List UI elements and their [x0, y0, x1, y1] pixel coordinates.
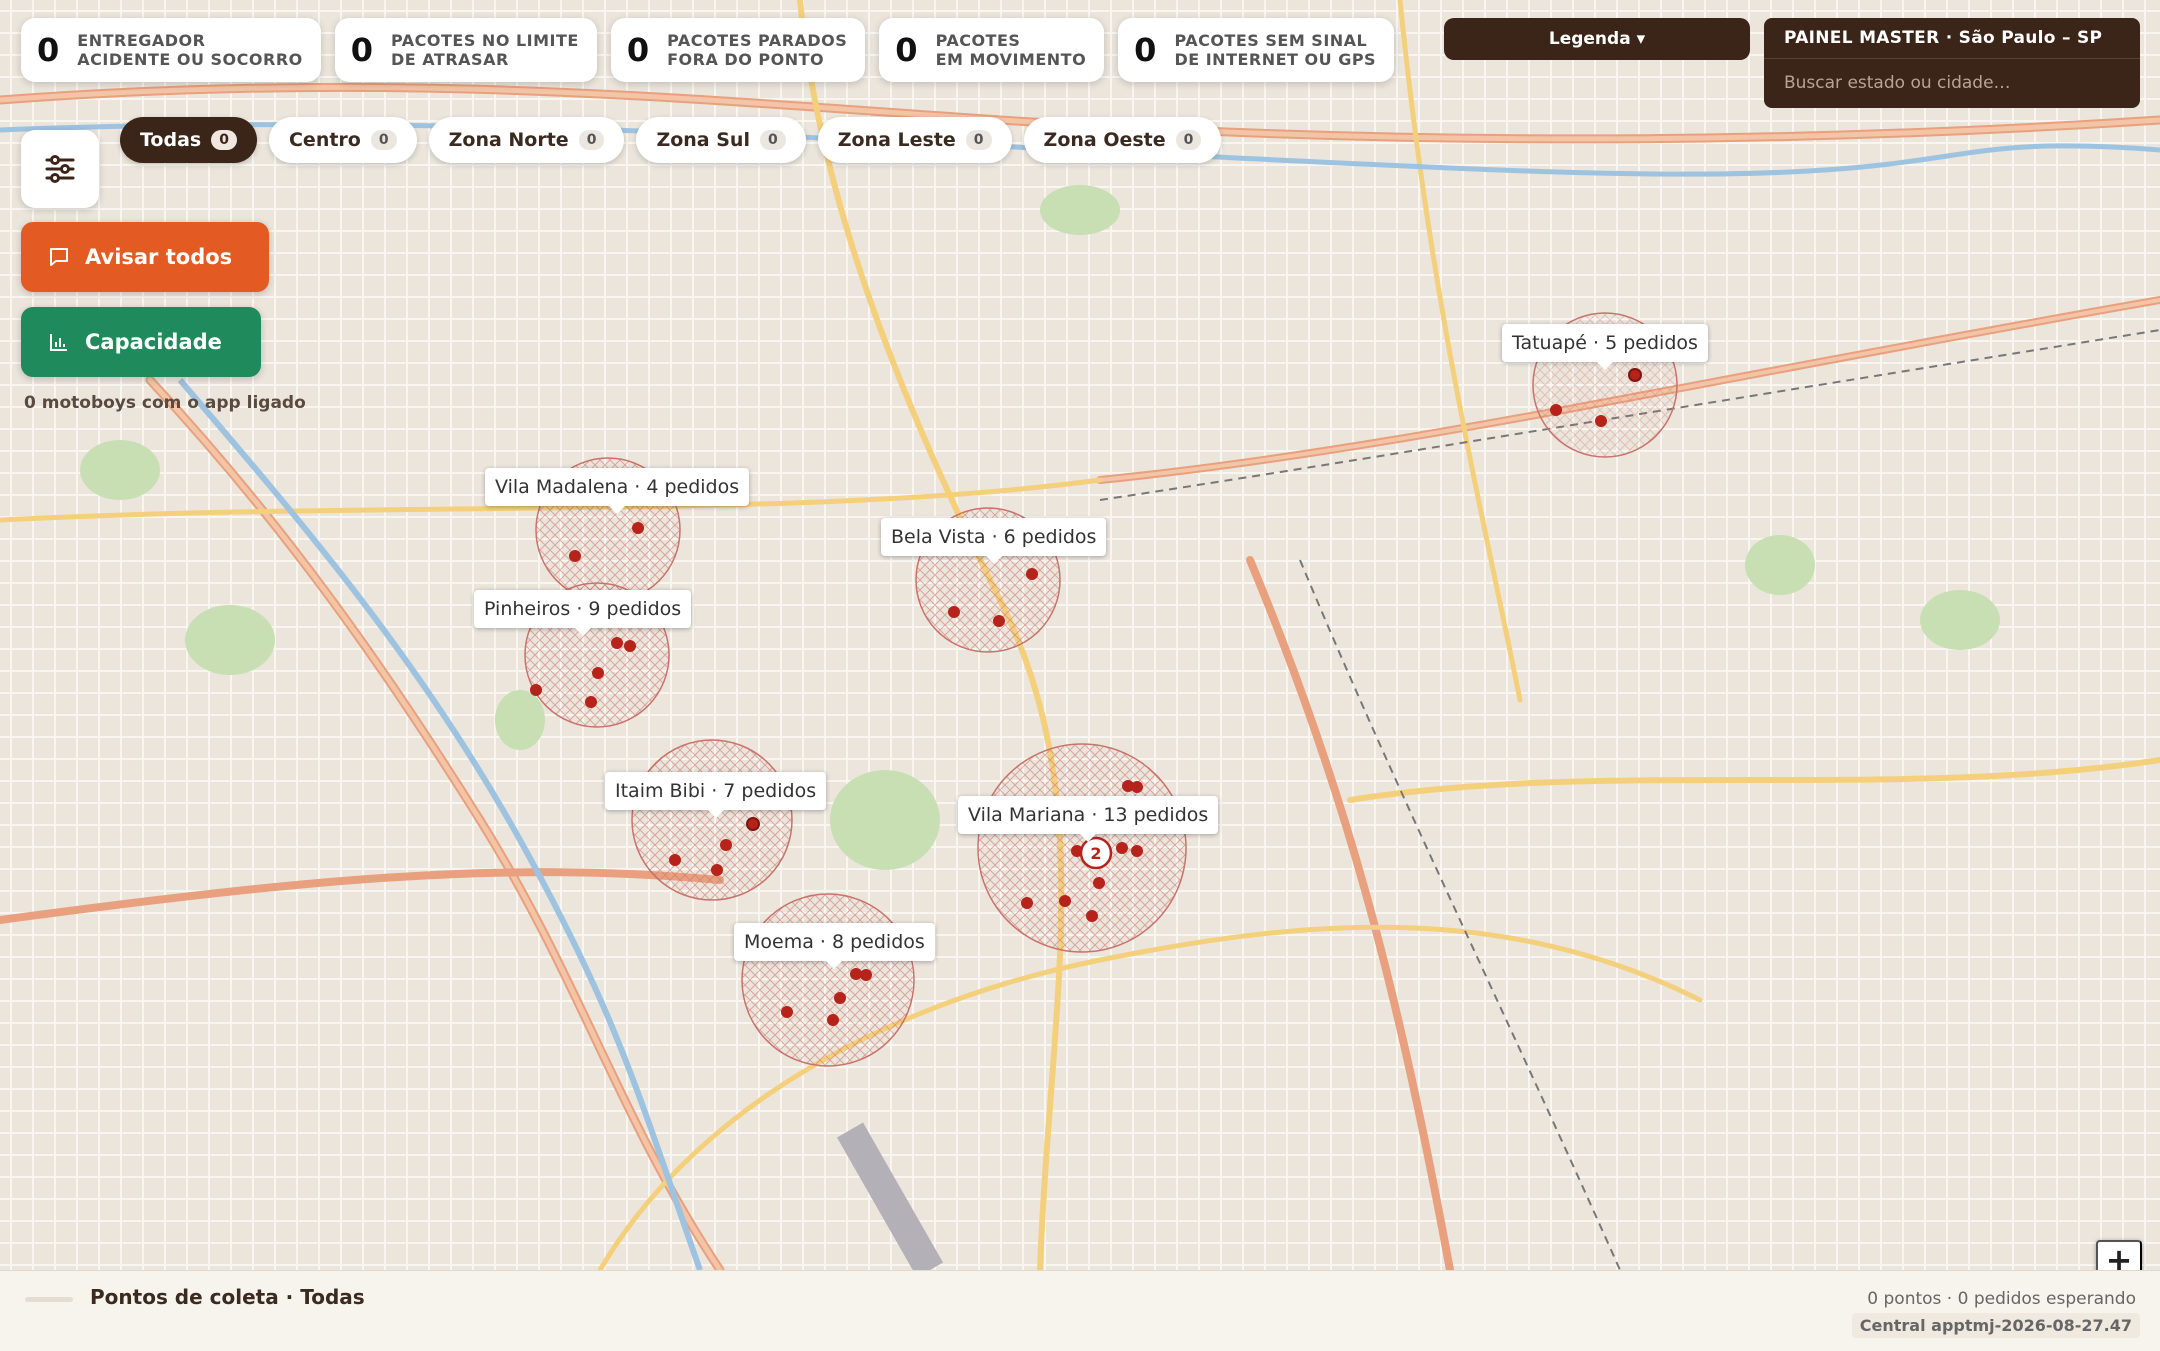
chip-count: 0: [578, 130, 605, 150]
chip-count: 0: [759, 130, 786, 150]
cluster-marker[interactable]: 2: [1079, 836, 1113, 870]
drag-handle[interactable]: [25, 1297, 73, 1302]
cluster-count: 2: [1090, 844, 1101, 863]
app-version: Central apptmj-2026-08-27.47: [1851, 1313, 2140, 1338]
stat-label: PACOTES EM MOVIMENTO: [935, 31, 1087, 69]
zone-itaim-bibi[interactable]: [631, 739, 793, 901]
state-city-search-input[interactable]: [1764, 59, 2140, 107]
sliders-icon: [45, 155, 75, 183]
zone-label-bela-vista[interactable]: Bela Vista · 6 pedidos: [881, 518, 1107, 564]
panel-title: Pontos de coleta · Todas: [90, 1285, 365, 1309]
zone-label-vila-mariana[interactable]: Vila Mariana · 13 pedidos: [958, 796, 1219, 842]
chip-count: 0: [370, 130, 397, 150]
stat-value: 0: [626, 31, 650, 69]
map-canvas[interactable]: 2: [0, 0, 2160, 1270]
capacity-button[interactable]: Capacidade: [21, 307, 261, 377]
master-panel: PAINEL MASTER · São Paulo – SP: [1764, 18, 2140, 108]
stat-label: PACOTES SEM SINAL DE INTERNET OU GPS: [1174, 31, 1377, 69]
zone-label-vila-madalena[interactable]: Vila Madalena · 4 pedidos: [485, 468, 750, 514]
chip-count: 0: [211, 130, 237, 150]
status-cards: 0 ENTREGADOR ACIDENTE OU SOCORRO 0 PACOTE…: [21, 18, 1395, 82]
stat-label: PACOTES PARADOS FORA DO PONTO: [667, 31, 848, 69]
zone-label-itaim-bibi[interactable]: Itaim Bibi · 7 pedidos: [605, 772, 827, 818]
notify-all-label: Avisar todos: [85, 245, 233, 269]
stat-value: 0: [350, 31, 373, 69]
chip-zona-sul[interactable]: Zona Sul 0: [636, 117, 806, 163]
zone-label-moema[interactable]: Moema · 8 pedidos: [734, 923, 935, 969]
capacity-label: Capacidade: [85, 330, 222, 354]
region-filter-chips: Todas 0 Centro 0 Zona Norte 0 Zona Sul 0 Zon…: [120, 117, 1222, 163]
stat-value: 0: [1134, 31, 1157, 69]
stat-moving[interactable]: 0 PACOTES EM MOVIMENTO: [879, 18, 1105, 82]
zone-moema[interactable]: [741, 893, 915, 1067]
collection-points-panel: Pontos de coleta · Todas 0 pontos · 0 pe…: [0, 1270, 2160, 1351]
chip-count: 0: [965, 130, 992, 150]
stat-no-signal[interactable]: 0 PACOTES SEM SINAL DE INTERNET OU GPS: [1118, 18, 1395, 82]
chip-todas[interactable]: Todas 0: [120, 117, 257, 163]
chip-count: 0: [1175, 130, 1202, 150]
zone-label-pinheiros[interactable]: Pinheiros · 9 pedidos: [474, 590, 692, 636]
legend-dropdown-button[interactable]: Legenda ▾: [1444, 18, 1750, 60]
chip-centro[interactable]: Centro 0: [268, 117, 417, 163]
stat-label: ENTREGADOR ACIDENTE OU SOCORRO: [77, 31, 303, 69]
filters-button[interactable]: [21, 130, 99, 208]
stat-near-late[interactable]: 0 PACOTES NO LIMITE DE ATRASAR: [334, 18, 597, 82]
master-panel-title: PAINEL MASTER · São Paulo – SP: [1784, 28, 2103, 48]
notify-all-button[interactable]: Avisar todos: [21, 222, 269, 292]
chat-icon: [50, 248, 68, 266]
map[interactable]: 2: [0, 0, 2160, 1270]
zone-label-tatuape[interactable]: Tatuapé · 5 pedidos: [1502, 324, 1708, 370]
motoboys-online-count: 0 motoboys com o app ligado: [24, 393, 306, 413]
chip-zona-leste[interactable]: Zona Leste 0: [817, 117, 1012, 163]
bar-chart-icon: [50, 334, 67, 351]
stat-value: 0: [895, 31, 918, 69]
chip-zona-norte[interactable]: Zona Norte 0: [428, 117, 625, 163]
points-summary: 0 pontos · 0 pedidos esperando: [1867, 1289, 2136, 1309]
stat-value: 0: [37, 31, 60, 69]
stat-stopped[interactable]: 0 PACOTES PARADOS FORA DO PONTO: [610, 18, 866, 82]
stat-accident[interactable]: 0 ENTREGADOR ACIDENTE OU SOCORRO: [21, 18, 321, 82]
stat-label: PACOTES NO LIMITE DE ATRASAR: [391, 31, 579, 69]
chip-zona-oeste[interactable]: Zona Oeste 0: [1023, 117, 1222, 163]
